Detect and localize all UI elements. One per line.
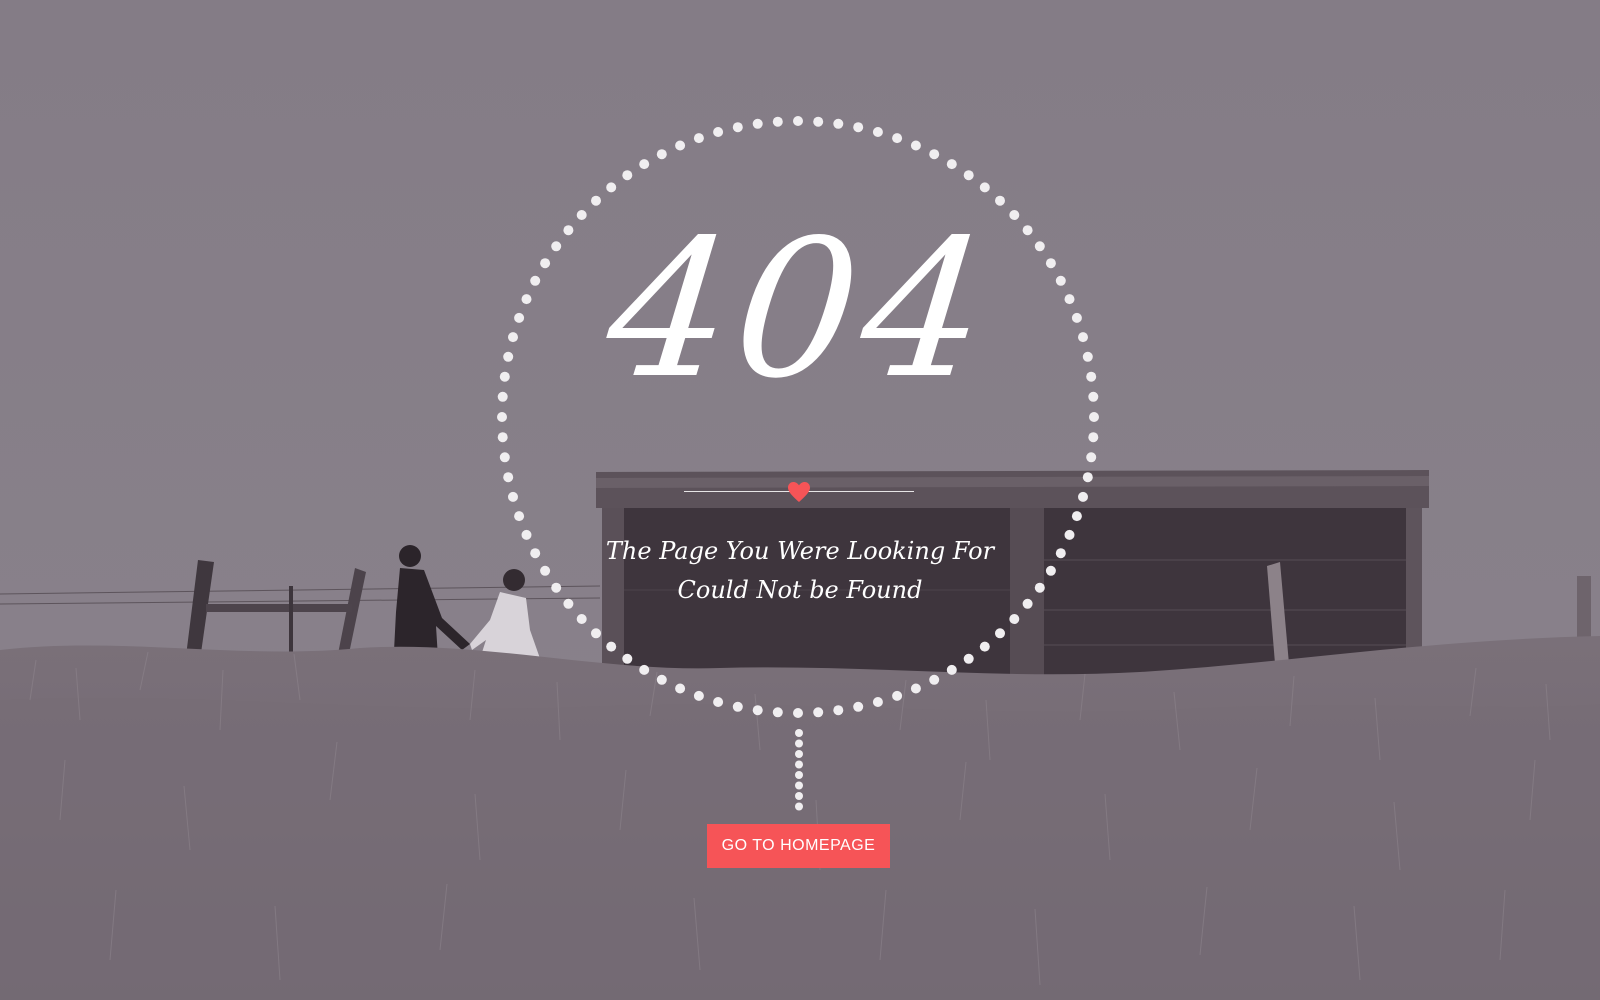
meadow bbox=[0, 636, 1600, 1000]
error-code: 404 bbox=[598, 199, 1002, 420]
heart-icon bbox=[788, 482, 810, 502]
error-message-line-1: The Page You Were Looking For bbox=[605, 537, 995, 565]
error-message: The Page You Were Looking For Could Not … bbox=[560, 532, 1040, 610]
error-page: 404 The Page You Were Looking For Could … bbox=[0, 0, 1600, 1000]
error-message-line-2: Could Not be Found bbox=[677, 576, 923, 604]
go-to-homepage-button[interactable]: GO TO HOMEPAGE bbox=[707, 824, 890, 868]
